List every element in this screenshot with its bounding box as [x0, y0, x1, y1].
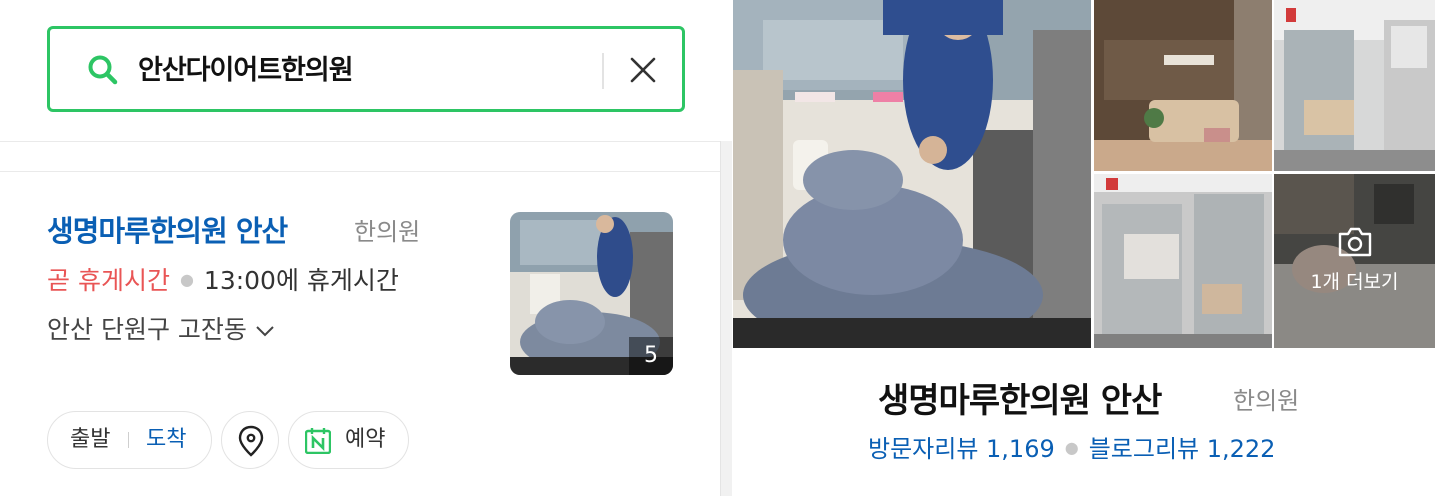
detail-category: 한의원 [1233, 387, 1300, 415]
more-photos-label: 1개 더보기 [1310, 271, 1399, 293]
place-name-link[interactable]: 생명마루한의원 안산 [47, 211, 288, 251]
photo-lobby[interactable] [1094, 0, 1272, 171]
arrival-button[interactable]: 도착 [146, 412, 186, 468]
save-location-button[interactable] [221, 411, 279, 469]
main-photo[interactable] [733, 0, 1091, 348]
route-button-group: 출발 도착 [47, 411, 212, 469]
search-query[interactable]: 안산다이어트한의원 [138, 53, 354, 89]
photo-entrance-image [1274, 0, 1435, 171]
more-photos-overlay [1274, 174, 1435, 348]
visitor-reviews-link[interactable]: 방문자리뷰 1,169 [868, 435, 1055, 463]
photo-count-badge: 5 [629, 337, 673, 375]
separator-dot: ● [179, 270, 194, 289]
divider [0, 141, 720, 142]
address-text: 안산 단원구 고잔동 [47, 315, 247, 344]
route-divider [128, 432, 129, 448]
address-toggle[interactable]: 안산 단원구 고잔동 [47, 312, 277, 348]
place-category: 한의원 [354, 218, 421, 246]
search-results-panel: 안산다이어트한의원 생명마루한의원 안산 한의원 곧 휴게시간 ● 13:00에 휴… [0, 0, 720, 496]
search-icon [88, 55, 118, 85]
naver-booking-icon [305, 428, 331, 454]
photo-lobby-image [1094, 0, 1272, 171]
departure-button[interactable]: 출발 [70, 412, 110, 468]
search-input[interactable]: 안산다이어트한의원 [47, 26, 685, 112]
search-divider [602, 53, 604, 89]
search-header: 안산다이어트한의원 [0, 0, 720, 141]
camera-icon [1338, 227, 1372, 257]
more-photos-button[interactable]: 1개 더보기 [1274, 174, 1435, 348]
detail-place-name: 생명마루한의원 안산 [878, 381, 1162, 421]
separator-dot: ● [1064, 438, 1079, 457]
close-icon[interactable] [628, 55, 658, 85]
photo-reception[interactable] [1094, 174, 1272, 348]
place-detail-panel: 1개 더보기 생명마루한의원 안산 한의원 방문자리뷰 1,169 ● 블로그리뷰 … [733, 0, 1435, 496]
divider [0, 171, 720, 172]
reserve-label: 예약 [345, 427, 386, 452]
photo-entrance[interactable] [1274, 0, 1435, 171]
reserve-button[interactable]: 예약 [288, 411, 409, 469]
status-detail: 13:00에 휴게시간 [203, 266, 399, 295]
business-status: 곧 휴게시간 ● 13:00에 휴게시간 [47, 263, 399, 302]
map-pin-icon [238, 425, 264, 457]
review-links: 방문자리뷰 1,169 ● 블로그리뷰 1,222 [868, 432, 1275, 469]
scrollbar[interactable] [720, 141, 732, 496]
chevron-down-icon [256, 326, 274, 337]
photo-reception-image [1094, 174, 1272, 348]
blog-reviews-link[interactable]: 블로그리뷰 1,222 [1089, 435, 1276, 463]
main-photo-image [733, 0, 1091, 348]
place-thumbnail[interactable]: 5 [510, 212, 673, 375]
status-label: 곧 휴게시간 [47, 266, 170, 295]
